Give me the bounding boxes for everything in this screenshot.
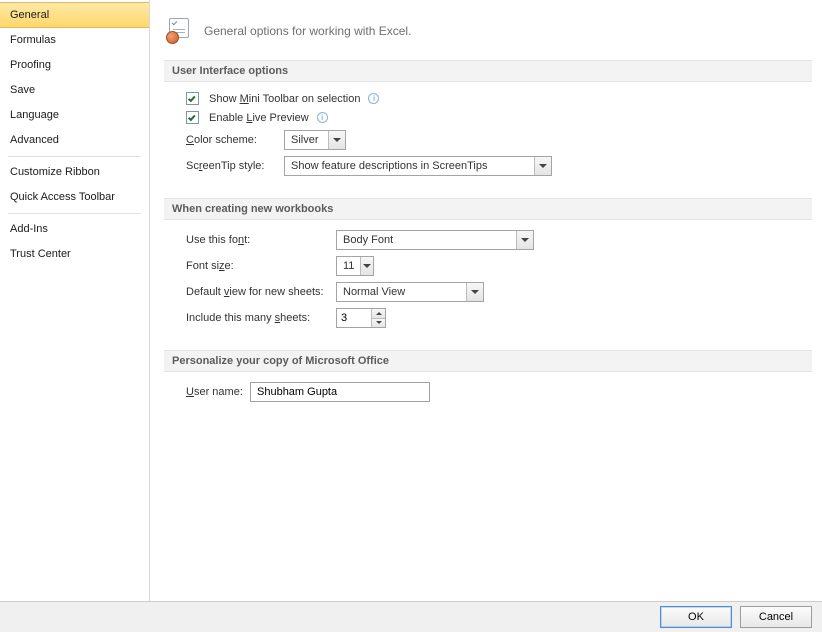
user-name-label: User name: [186, 386, 250, 398]
sidebar-item-label: Save [10, 84, 35, 96]
live-preview-label: Enable Live Preview [209, 112, 309, 124]
sidebar-item-advanced[interactable]: Advanced [0, 128, 149, 153]
row-color-scheme: Color scheme: Silver [186, 130, 812, 150]
sidebar-item-proofing[interactable]: Proofing [0, 53, 149, 78]
sidebar-item-label: Proofing [10, 59, 51, 71]
chevron-down-icon [466, 283, 483, 301]
chevron-down-icon [516, 231, 533, 249]
dialog-body: General Formulas Proofing Save Language … [0, 0, 822, 602]
sidebar-item-label: Add-Ins [10, 223, 48, 235]
cancel-button[interactable]: Cancel [740, 606, 812, 628]
sidebar-item-save[interactable]: Save [0, 78, 149, 103]
default-view-label: Default view for new sheets: [186, 286, 336, 298]
row-default-view: Default view for new sheets: Normal View [186, 282, 812, 302]
sidebar-separator [8, 213, 141, 214]
font-size-label: Font size: [186, 260, 336, 272]
section-body: User name: [164, 382, 812, 418]
options-icon [166, 18, 194, 44]
sidebar-item-add-ins[interactable]: Add-Ins [0, 217, 149, 242]
row-user-name: User name: [186, 382, 812, 402]
row-screentip-style: ScreenTip style: Show feature descriptio… [186, 156, 812, 176]
select-value: 11 [337, 257, 360, 275]
screentip-label: ScreenTip style: [186, 160, 284, 172]
default-view-select[interactable]: Normal View [336, 282, 484, 302]
sidebar-item-label: Quick Access Toolbar [10, 191, 115, 203]
chevron-down-icon [328, 131, 345, 149]
sidebar-item-label: General [10, 9, 49, 21]
category-sidebar: General Formulas Proofing Save Language … [0, 0, 150, 601]
select-value: Silver [285, 131, 328, 149]
select-value: Show feature descriptions in ScreenTips [285, 157, 534, 175]
include-sheets-spinner[interactable] [336, 308, 386, 328]
live-preview-checkbox[interactable] [186, 111, 199, 124]
sidebar-item-customize-ribbon[interactable]: Customize Ribbon [0, 160, 149, 185]
section-body: Use this font: Body Font Font size: 11 [164, 230, 812, 344]
page-header: General options for working with Excel. [164, 8, 812, 60]
chevron-down-icon [360, 257, 373, 275]
section-new-workbooks: When creating new workbooks Use this fon… [164, 198, 812, 344]
include-sheets-label: Include this many sheets: [186, 312, 336, 324]
use-font-select[interactable]: Body Font [336, 230, 534, 250]
section-body: Show Mini Toolbar on selection i Enable … [164, 92, 812, 192]
section-personalize: Personalize your copy of Microsoft Offic… [164, 350, 812, 418]
row-mini-toolbar: Show Mini Toolbar on selection i [186, 92, 812, 105]
use-font-label: Use this font: [186, 234, 336, 246]
spinner-input[interactable] [337, 309, 371, 327]
info-icon[interactable]: i [317, 112, 328, 123]
content-pane: General options for working with Excel. … [150, 0, 822, 601]
font-size-select[interactable]: 11 [336, 256, 374, 276]
section-ui-options: User Interface options Show Mini Toolbar… [164, 60, 812, 192]
sidebar-item-label: Language [10, 109, 59, 121]
chevron-down-icon [534, 157, 551, 175]
section-header: User Interface options [164, 60, 812, 82]
section-header: Personalize your copy of Microsoft Offic… [164, 350, 812, 372]
row-include-sheets: Include this many sheets: [186, 308, 812, 328]
select-value: Normal View [337, 283, 466, 301]
section-header: When creating new workbooks [164, 198, 812, 220]
color-scheme-select[interactable]: Silver [284, 130, 346, 150]
spinner-buttons [371, 309, 385, 327]
sidebar-item-label: Advanced [10, 134, 59, 146]
sidebar-item-quick-access-toolbar[interactable]: Quick Access Toolbar [0, 185, 149, 210]
screentip-style-select[interactable]: Show feature descriptions in ScreenTips [284, 156, 552, 176]
sidebar-item-label: Formulas [10, 34, 56, 46]
sidebar-separator [8, 156, 141, 157]
user-name-input[interactable] [250, 382, 430, 402]
row-font-size: Font size: 11 [186, 256, 812, 276]
spinner-down-icon[interactable] [372, 319, 385, 328]
sidebar-item-label: Customize Ribbon [10, 166, 100, 178]
ok-button[interactable]: OK [660, 606, 732, 628]
sidebar-item-language[interactable]: Language [0, 103, 149, 128]
spinner-up-icon[interactable] [372, 309, 385, 319]
sidebar-item-general[interactable]: General [0, 2, 149, 28]
color-scheme-label: Color scheme: [186, 134, 284, 146]
row-live-preview: Enable Live Preview i [186, 111, 812, 124]
options-dialog: General Formulas Proofing Save Language … [0, 0, 822, 632]
page-title: General options for working with Excel. [204, 24, 411, 38]
sidebar-item-label: Trust Center [10, 248, 71, 260]
dialog-footer: OK Cancel [0, 602, 822, 632]
sidebar-item-trust-center[interactable]: Trust Center [0, 242, 149, 267]
info-icon[interactable]: i [368, 93, 379, 104]
select-value: Body Font [337, 231, 516, 249]
mini-toolbar-checkbox[interactable] [186, 92, 199, 105]
row-use-font: Use this font: Body Font [186, 230, 812, 250]
mini-toolbar-label: Show Mini Toolbar on selection [209, 93, 360, 105]
sidebar-item-formulas[interactable]: Formulas [0, 28, 149, 53]
